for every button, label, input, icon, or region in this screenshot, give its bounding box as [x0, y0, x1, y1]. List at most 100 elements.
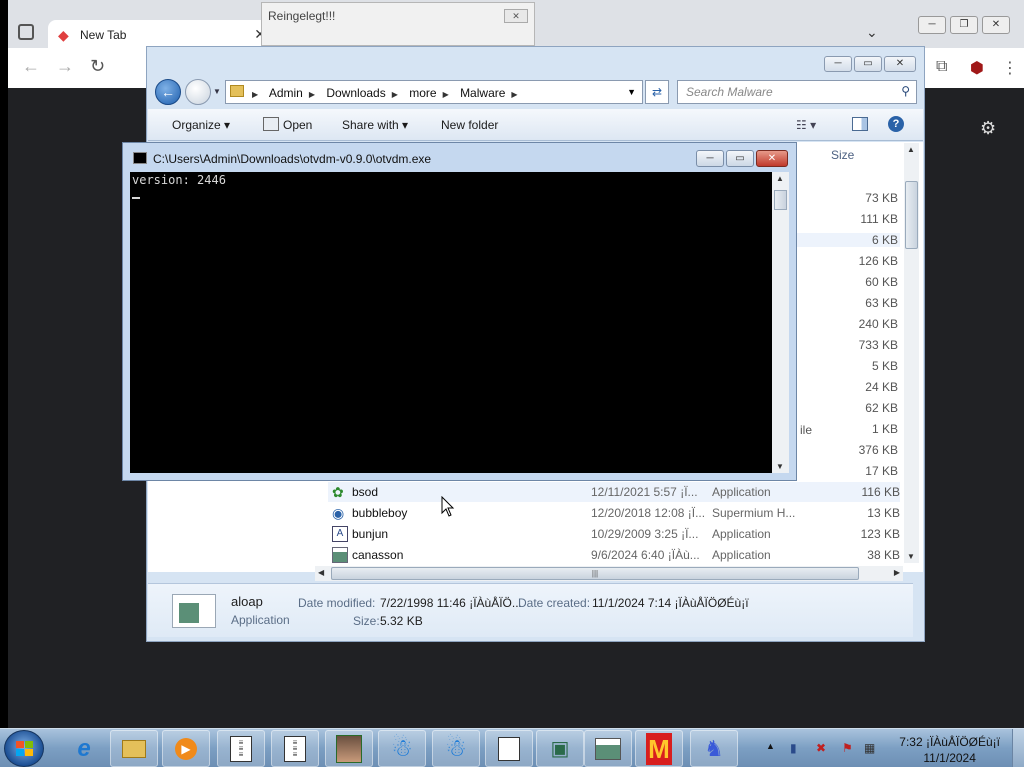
scrollbar-thumb[interactable]: |||: [331, 567, 859, 580]
gear-icon[interactable]: ⚙: [980, 118, 996, 139]
console-scrollbar[interactable]: ▲ ▼: [772, 172, 789, 473]
taskbar-media-player-button[interactable]: ▶: [162, 730, 210, 767]
tray-expand-icon[interactable]: ▲: [766, 741, 775, 751]
notepad-icon: ≡ ≡ ≡: [282, 735, 308, 763]
size-cell: 5 KB: [871, 359, 898, 373]
file-list-horizontal-scrollbar[interactable]: ◀ ||| ▶: [315, 566, 903, 581]
browser-minimize-button[interactable]: ─: [918, 16, 946, 34]
popup-close-button[interactable]: ✕: [504, 9, 528, 23]
size-cell: 1 KB: [871, 422, 898, 436]
search-input[interactable]: Search Malware ⚲: [677, 80, 917, 104]
file-row-canasson[interactable]: canasson 9/6/2024 6:40 ¡ÏÀù... Applicati…: [328, 545, 900, 565]
file-row-bsod[interactable]: ✿ bsod 12/11/2021 5:57 ¡Ï... Application…: [328, 482, 900, 502]
size-cell: 376 KB: [858, 443, 898, 457]
exe-icon: A: [332, 526, 348, 542]
open-button[interactable]: Open: [283, 118, 312, 132]
breadcrumb-malware[interactable]: Malware: [460, 86, 505, 100]
ublock-icon[interactable]: ⬢: [970, 58, 984, 78]
explorer-close-button[interactable]: ✕: [884, 56, 916, 72]
taskbar-window-button[interactable]: [584, 730, 632, 767]
taskbar-clock[interactable]: 7:32 ¡ÏÀùÅÏÖØÉù¡ï 11/1/2024: [899, 734, 1000, 766]
help-icon[interactable]: ?: [888, 116, 904, 132]
taskbar-computer-button[interactable]: ▣: [536, 730, 584, 767]
new-folder-button[interactable]: New folder: [441, 118, 498, 132]
puzzle-icon[interactable]: ⧉: [936, 58, 947, 76]
taskbar-app-button-1[interactable]: ☃: [378, 730, 426, 767]
command-bar: Organize ▾ Open Share with ▾ New folder …: [148, 109, 923, 141]
blue-figure-icon: ♞: [704, 735, 724, 761]
tab-list-chevron-icon[interactable]: ⌄: [866, 24, 878, 41]
text-cursor: [132, 197, 140, 199]
preview-pane-icon[interactable]: [852, 117, 868, 131]
browser-maximize-button[interactable]: ❐: [950, 16, 978, 34]
tab-title: New Tab: [80, 28, 127, 42]
clock-time: 7:32 ¡ÏÀùÅÏÖØÉù¡ï: [899, 735, 1000, 749]
explorer-minimize-button[interactable]: ─: [824, 56, 852, 72]
view-options-icon[interactable]: ☷ ▾: [796, 118, 816, 132]
breadcrumb-downloads[interactable]: Downloads: [326, 86, 385, 100]
size-cell: 60 KB: [865, 275, 898, 289]
console-minimize-button[interactable]: ─: [696, 150, 724, 167]
tray-app-icon[interactable]: ▮: [790, 741, 797, 755]
scrollbar-thumb[interactable]: [905, 181, 918, 249]
taskbar-app-button-2[interactable]: ☃: [432, 730, 480, 767]
tab-favicon-icon: ◆: [58, 27, 69, 43]
taskbar-otvdm-button[interactable]: [485, 730, 533, 767]
taskbar: e ▶ ≡ ≡ ≡ ≡ ≡ ≡ ☃ ☃ ▣ M ♞ ▲ ▮ ✖ ⚑ ▦ 7:32 ¡ÏÀ…: [0, 728, 1024, 767]
size-cell: 24 KB: [865, 380, 898, 394]
browser-close-button[interactable]: ✕: [982, 16, 1010, 34]
console-maximize-button[interactable]: ▭: [726, 150, 754, 167]
breadcrumb-admin[interactable]: Admin: [269, 86, 303, 100]
console-output[interactable]: version: 2446: [130, 172, 772, 473]
start-button[interactable]: [4, 730, 44, 767]
explorer-back-button[interactable]: ←: [155, 79, 181, 105]
address-bar[interactable]: ▶ Admin ▶ Downloads ▶ more ▶ Malware ▶ ▼: [225, 80, 643, 104]
folder-icon: [121, 735, 147, 763]
taskbar-explorer-button[interactable]: [110, 730, 158, 767]
photo-icon: [336, 734, 362, 763]
menu-icon[interactable]: ⋮: [1002, 58, 1018, 78]
tray-flag-alert-icon[interactable]: ⚑: [842, 741, 853, 755]
address-dropdown-icon[interactable]: ▼: [627, 87, 636, 97]
size-cell: 63 KB: [865, 296, 898, 310]
file-row-bunjun[interactable]: A bunjun 10/29/2009 3:25 ¡Ï... Applicati…: [328, 524, 900, 544]
frog-icon: ✿: [332, 484, 344, 500]
share-with-button[interactable]: Share with ▾: [342, 118, 408, 132]
windows-logo-icon: [16, 741, 34, 757]
taskbar-blue-figure-button[interactable]: ♞: [690, 730, 738, 767]
taskbar-ie-button[interactable]: e: [60, 730, 108, 767]
console-window-controls: ─ ▭ ✕: [694, 150, 788, 167]
scrollbar-thumb[interactable]: [774, 190, 787, 210]
date-modified-value: 7/22/1998 11:46 ¡ÏÀùÅÏÖ...: [380, 596, 522, 610]
refresh-button[interactable]: ⇄: [645, 80, 669, 104]
breadcrumb: ▶ Admin ▶ Downloads ▶ more ▶ Malware ▶: [252, 86, 518, 100]
taskbar-notepad-button-2[interactable]: ≡ ≡ ≡: [271, 730, 319, 767]
ie-icon: e: [77, 734, 91, 762]
taskbar-photo-button[interactable]: [325, 730, 373, 767]
tray-network-icon[interactable]: ▦: [864, 741, 875, 755]
console-window: C:\Users\Admin\Downloads\otvdm-v0.9.0\ot…: [122, 142, 797, 481]
size-cell: 62 KB: [865, 401, 898, 415]
show-desktop-button[interactable]: [1012, 729, 1024, 767]
explorer-forward-button[interactable]: [185, 79, 211, 105]
breadcrumb-more[interactable]: more: [409, 86, 436, 100]
tab-search-icon[interactable]: [18, 24, 34, 40]
tray-volume-muted-icon[interactable]: ✖: [816, 741, 826, 755]
recent-pages-chevron-icon[interactable]: ▼: [213, 87, 221, 96]
date-modified-label: Date modified:: [298, 596, 376, 610]
organize-button[interactable]: Organize ▾: [172, 118, 230, 132]
size-cell: 240 KB: [858, 317, 898, 331]
file-thumbnail: [172, 594, 216, 628]
search-icon[interactable]: ⚲: [901, 84, 910, 98]
taskbar-notepad-button-1[interactable]: ≡ ≡ ≡: [217, 730, 265, 767]
console-close-button[interactable]: ✕: [756, 150, 788, 167]
column-header-size[interactable]: Size: [831, 148, 854, 162]
explorer-maximize-button[interactable]: ▭: [854, 56, 882, 72]
taskbar-mcdonalds-button[interactable]: M: [635, 730, 683, 767]
forward-button[interactable]: →: [56, 56, 74, 77]
file-list-vertical-scrollbar[interactable]: ▲ ▼: [904, 143, 919, 563]
reload-button[interactable]: ↻: [90, 56, 105, 77]
file-row-bubbleboy[interactable]: ◉ bubbleboy 12/20/2018 12:08 ¡Ï... Super…: [328, 503, 900, 523]
size-cell: 17 KB: [865, 464, 898, 478]
back-button[interactable]: ←: [22, 56, 40, 77]
